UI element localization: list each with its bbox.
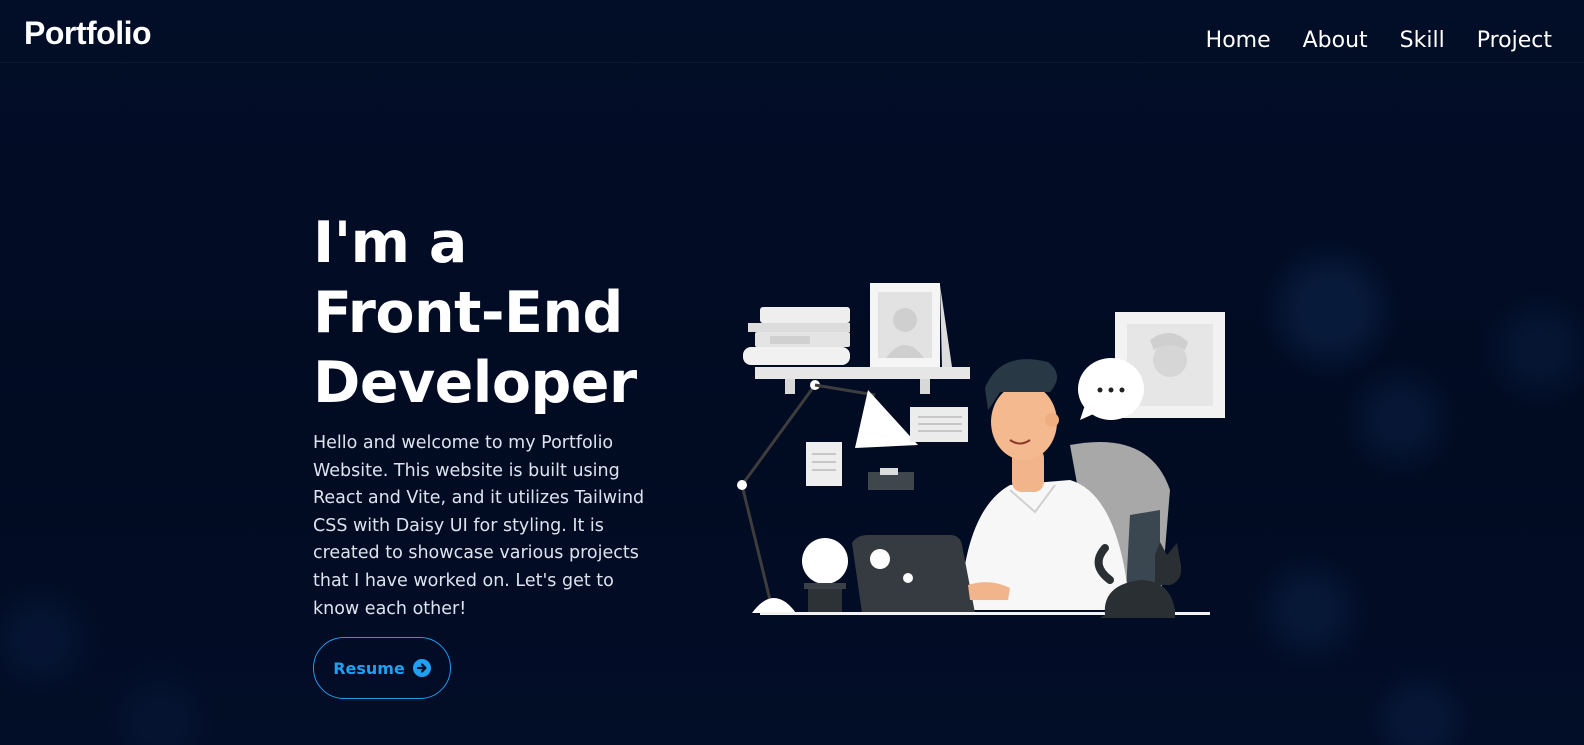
nav-item-skill[interactable]: Skill: [1400, 28, 1445, 54]
navbar: Portfolio Home About Skill Project: [0, 0, 1584, 63]
resume-button-label: Resume: [333, 658, 405, 678]
arrow-right-circle-icon: [412, 659, 431, 677]
site-logo[interactable]: Portfolio: [24, 17, 152, 49]
nav-item-about[interactable]: About: [1303, 28, 1368, 54]
developer-at-desk-illustration: [730, 280, 1240, 625]
headline-line-1: I'm a: [313, 210, 467, 276]
portfolio-page: Portfolio Home About Skill Project I'm a…: [0, 0, 1584, 745]
hero-headline: I'm a Front-End Developer: [313, 208, 673, 418]
nav-item-home[interactable]: Home: [1206, 28, 1271, 54]
main-nav: Home About Skill Project: [1206, 28, 1552, 54]
headline-line-2: Front-End: [313, 280, 623, 346]
resume-button[interactable]: Resume: [313, 637, 451, 699]
hero-description: Hello and welcome to my Portfolio Websit…: [313, 433, 645, 619]
headline-line-3: Developer: [313, 350, 637, 416]
nav-item-project[interactable]: Project: [1477, 28, 1552, 54]
hero-section: I'm a Front-End Developer Hello and welc…: [313, 208, 673, 623]
